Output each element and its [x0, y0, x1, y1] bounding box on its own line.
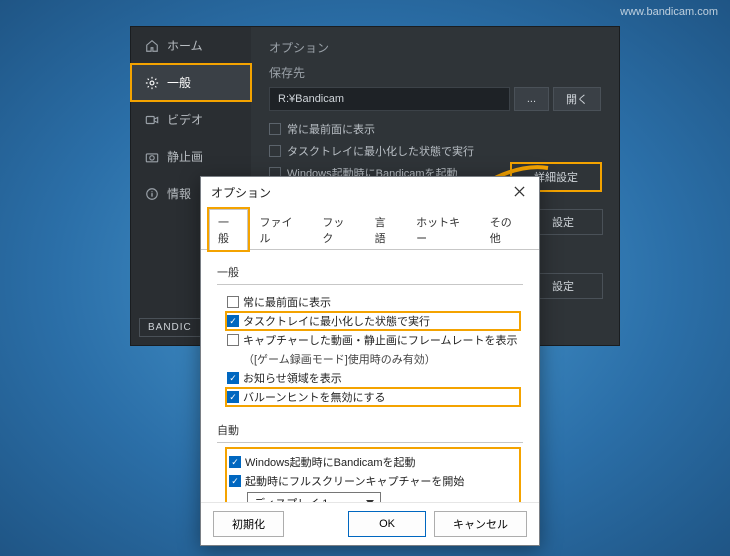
checkbox-icon [269, 123, 281, 135]
checkbox-tray[interactable]: タスクトレイに最小化した状態で実行 [269, 143, 601, 159]
sidebar-item-home[interactable]: ホーム [131, 27, 251, 64]
checkbox-icon [227, 391, 239, 403]
sidebar-item-general[interactable]: 一般 [131, 64, 251, 101]
checkbox-icon [269, 145, 281, 157]
dialog-footer: 初期化 OK キャンセル [201, 502, 539, 545]
ok-button[interactable]: OK [348, 511, 426, 537]
dlg-checkbox-notice[interactable]: お知らせ領域を表示 [227, 370, 519, 386]
tab-language[interactable]: 言語 [366, 209, 405, 250]
options-heading: オプション [269, 39, 601, 56]
checkbox-label: タスクトレイに最小化した状態で実行 [287, 143, 474, 159]
dialog-body: 一般 常に最前面に表示 タスクトレイに最小化した状態で実行 キャプチャーした動画… [201, 250, 539, 502]
tab-hook[interactable]: フック [313, 209, 363, 250]
checkbox-label: タスクトレイに最小化した状態で実行 [243, 313, 430, 329]
framerate-note: （[ゲーム録画モード]使用時のみ有効） [227, 351, 519, 367]
checkbox-label: 常に最前面に表示 [287, 121, 375, 137]
group-auto-label: 自動 [217, 422, 523, 438]
reset-button[interactable]: 初期化 [213, 511, 284, 537]
open-folder-button[interactable]: 開く [553, 87, 601, 111]
watermark-text: www.bandicam.com [620, 6, 718, 18]
tab-hotkey[interactable]: ホットキー [407, 209, 479, 250]
dialog-close-button[interactable] [508, 183, 531, 202]
checkbox-icon [227, 315, 239, 327]
sidebar-item-label: 情報 [167, 185, 191, 202]
close-icon [514, 186, 525, 197]
checkbox-icon [229, 475, 241, 487]
sidebar-item-video[interactable]: ビデオ [131, 101, 251, 138]
home-icon [145, 39, 159, 53]
info-icon [145, 187, 159, 201]
checkbox-topmost[interactable]: 常に最前面に表示 [269, 121, 601, 137]
save-to-label: 保存先 [269, 64, 601, 81]
checkbox-label: お知らせ領域を表示 [243, 370, 342, 386]
dlg-checkbox-framerate[interactable]: キャプチャーした動画・静止画にフレームレートを表示 [227, 332, 519, 348]
sidebar-item-label: 一般 [167, 74, 191, 91]
checkbox-label: 常に最前面に表示 [243, 294, 331, 310]
sidebar-item-label: 静止画 [167, 148, 203, 165]
checkbox-label: Windows起動時にBandicamを起動 [245, 454, 416, 470]
checkbox-icon [227, 372, 239, 384]
dialog-title: オプション [211, 184, 271, 201]
dlg-checkbox-tray[interactable]: タスクトレイに最小化した状態で実行 [227, 313, 519, 329]
sidebar-item-label: ビデオ [167, 111, 203, 128]
camera-icon [145, 150, 159, 164]
sidebar-item-label: ホーム [167, 37, 203, 54]
options-dialog: オプション 一般 ファイル フック 言語 ホットキー その他 一般 常に最前面に… [200, 176, 540, 546]
sidebar-item-image[interactable]: 静止画 [131, 138, 251, 175]
bandicam-logo: BANDIC [139, 318, 201, 337]
group-general-label: 一般 [217, 264, 523, 280]
checkbox-label: キャプチャーした動画・静止画にフレームレートを表示 [243, 332, 518, 348]
tab-other[interactable]: その他 [481, 209, 531, 250]
checkbox-icon [227, 296, 239, 308]
checkbox-label: バルーンヒントを無効にする [243, 389, 386, 405]
dlg-checkbox-topmost[interactable]: 常に最前面に表示 [227, 294, 519, 310]
browse-button[interactable]: ... [514, 87, 549, 111]
checkbox-icon [229, 456, 241, 468]
dlg-checkbox-balloon[interactable]: バルーンヒントを無効にする [227, 389, 519, 405]
dlg-checkbox-autostart-win[interactable]: Windows起動時にBandicamを起動 [229, 454, 517, 470]
checkbox-icon [227, 334, 239, 346]
display-select[interactable]: ディスプレイ 1 [247, 492, 381, 502]
tab-file[interactable]: ファイル [250, 209, 311, 250]
dlg-checkbox-auto-fullscreen[interactable]: 起動時にフルスクリーンキャプチャーを開始 [229, 473, 517, 489]
save-path-input[interactable] [269, 87, 510, 111]
dialog-tabs: 一般 ファイル フック 言語 ホットキー その他 [201, 206, 539, 250]
gear-icon [145, 76, 159, 90]
video-icon [145, 113, 159, 127]
cancel-button[interactable]: キャンセル [434, 511, 527, 537]
checkbox-label: 起動時にフルスクリーンキャプチャーを開始 [245, 473, 464, 489]
tab-general[interactable]: 一般 [209, 209, 248, 250]
